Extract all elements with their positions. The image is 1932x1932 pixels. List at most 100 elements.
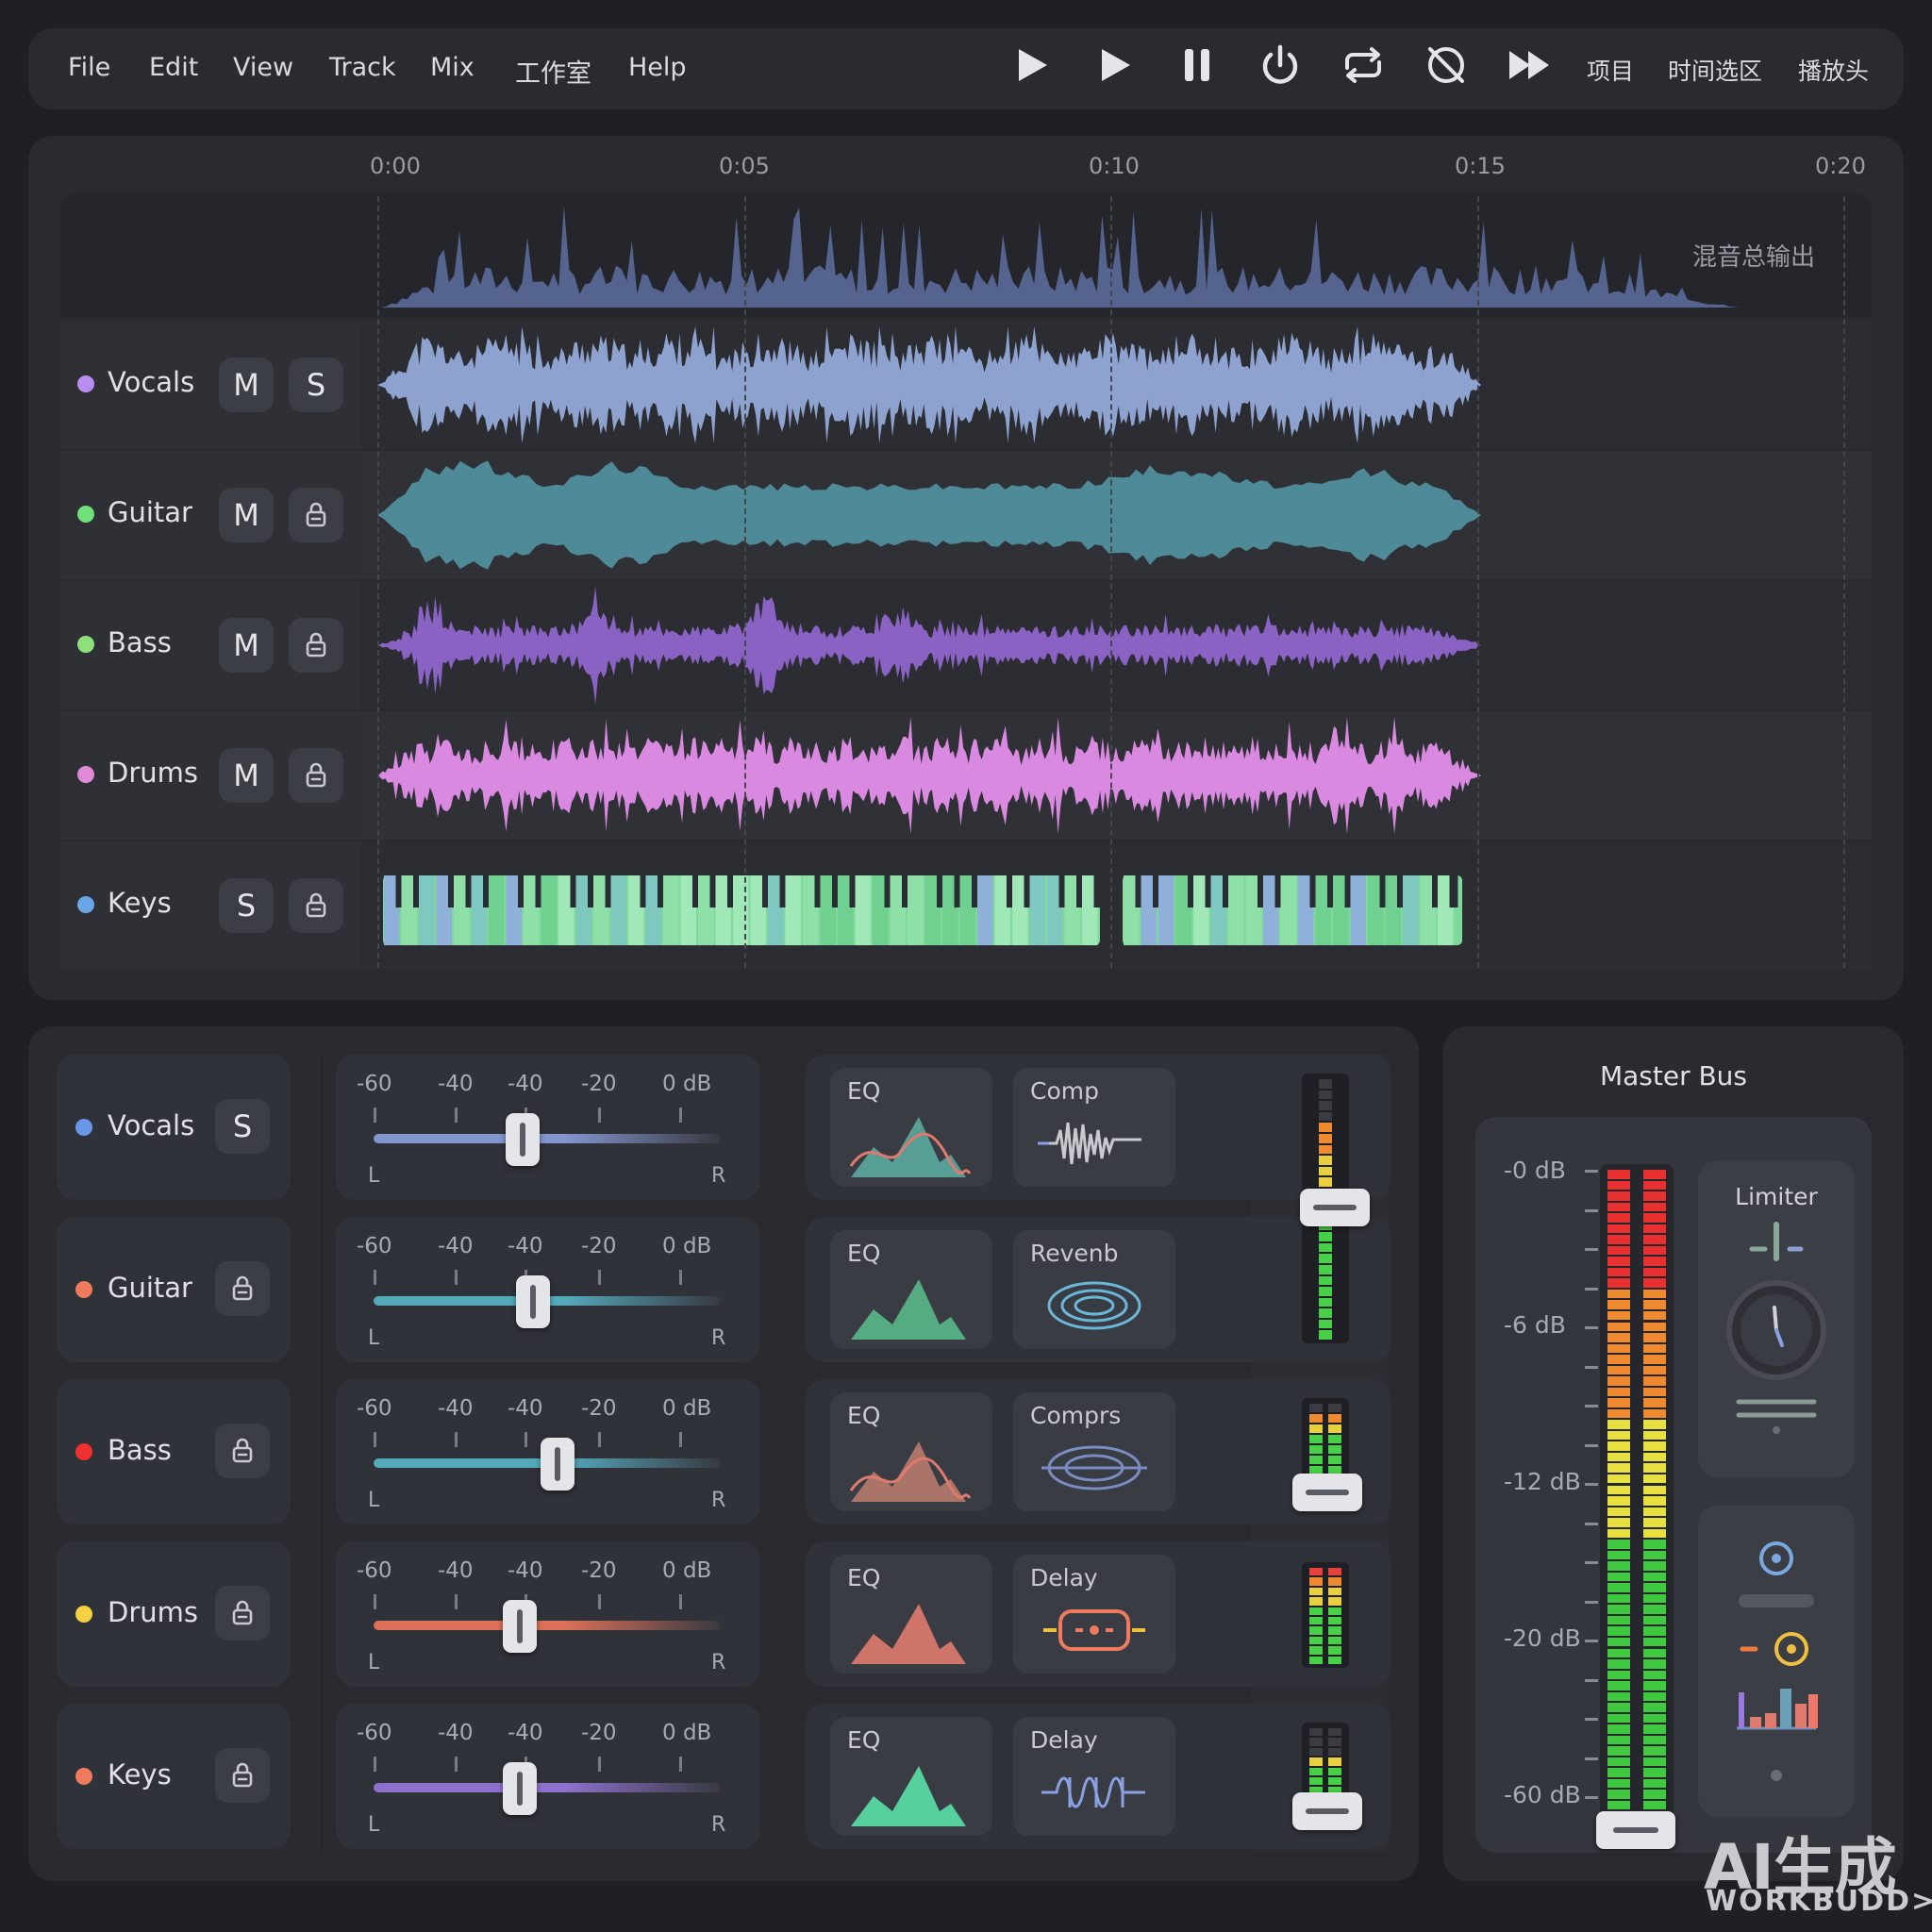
pause-icon[interactable] [1170,38,1224,92]
pan-scale-label: -40 [438,1234,474,1258]
pan-slider-knob[interactable] [516,1275,551,1328]
waveform-clip[interactable] [377,847,1491,964]
fx-slot-eq[interactable]: EQ [830,1717,992,1836]
master-level-meter [1600,1164,1674,1824]
bus-controls-card[interactable] [1698,1506,1855,1817]
playhead-label[interactable]: 播放头 [1798,53,1869,87]
project-label[interactable]: 项目 [1587,53,1634,87]
menu-view[interactable]: View [233,53,293,82]
channel-color-dot [75,1119,92,1136]
pan-slider-fill [374,1621,721,1630]
limiter-card[interactable]: Limiter [1698,1160,1855,1477]
track-lane-keys[interactable] [360,841,1872,970]
fx-slot-eq[interactable]: EQ [830,1555,992,1674]
pan-slider-knob[interactable] [541,1438,575,1491]
solo-button[interactable]: S [289,358,343,412]
fx-name: EQ [847,1564,881,1591]
waveform-clip[interactable] [377,457,1491,574]
fx-slot-delay[interactable]: Delay [1013,1555,1175,1674]
power-icon[interactable] [1253,38,1307,92]
fx-name: Comprs [1030,1402,1122,1429]
fx-slot-eq[interactable]: EQ [830,1230,992,1349]
grid-line [744,196,746,968]
menu-edit[interactable]: Edit [149,53,198,82]
pan-scale-label: 0 dB [662,1721,712,1745]
track-color-dot [77,636,94,653]
fx-slot-comprs[interactable]: Comprs [1013,1392,1175,1511]
loop-off-icon[interactable] [1419,38,1474,92]
master-fader-knob[interactable] [1596,1811,1675,1849]
waveform-clip[interactable] [377,717,1491,834]
pan-slider-track[interactable] [374,1783,721,1792]
mixer-channel-bass[interactable]: Bass [57,1379,291,1524]
track-header-vocals[interactable]: Vocals M S [60,321,360,449]
mute-button[interactable]: M [219,748,274,803]
piano-key [541,875,557,945]
track-header-drums[interactable]: Drums M [60,711,360,840]
lock-icon[interactable] [289,748,343,803]
lock-icon[interactable] [289,878,343,933]
mute-button[interactable]: M [219,618,274,673]
loop-icon[interactable] [1336,38,1391,92]
lock-icon[interactable] [215,1586,270,1641]
track-header-bass[interactable]: Bass M [60,581,360,709]
play-icon[interactable] [1087,38,1141,92]
pan-slider-knob[interactable] [502,1762,537,1815]
pan-control[interactable]: -60 -40 -40 -20 0 dB L R [336,1541,760,1687]
menu-mix[interactable]: Mix [430,53,475,82]
db-scale-tick [1585,1757,1598,1760]
track-header-guitar[interactable]: Guitar M [60,451,360,579]
channel-color-dot [75,1443,92,1460]
mixer-channel-vocals[interactable]: Vocals S [57,1055,291,1200]
solo-button[interactable]: S [215,1099,270,1154]
waveform-clip[interactable] [377,587,1491,704]
lock-icon[interactable] [289,618,343,673]
fx-slot-delay[interactable]: Delay [1013,1717,1175,1836]
piano-key [610,875,626,945]
track-header-keys[interactable]: Keys S [60,841,360,970]
time-selection-label[interactable]: 时间选区 [1668,53,1762,87]
channel-color-dot [75,1768,92,1785]
lock-icon[interactable] [215,1261,270,1316]
channel-fader-knob[interactable] [1292,1474,1362,1511]
lock-icon[interactable] [289,488,343,542]
solo-button[interactable]: S [219,878,274,933]
track-lane-bass[interactable] [360,581,1872,709]
track-lane-guitar[interactable] [360,451,1872,579]
pan-slider-track[interactable] [374,1134,721,1143]
master-output-label: 混音总输出 [1691,243,1815,272]
mixer-channel-keys[interactable]: Keys [57,1704,291,1849]
menu-file[interactable]: File [68,53,110,82]
fx-slot-revenb[interactable]: Revenb [1013,1230,1175,1349]
channel-fader-knob[interactable] [1300,1189,1370,1226]
pan-left-label: L [368,1326,380,1350]
pan-control[interactable]: -60 -40 -40 -20 0 dB L R [336,1379,760,1524]
mute-button[interactable]: M [219,358,274,412]
fast-forward-icon[interactable] [1502,38,1557,92]
fx-slot-eq[interactable]: EQ [830,1068,992,1187]
lock-icon[interactable] [215,1424,270,1478]
pan-slider-knob[interactable] [506,1113,541,1166]
play-icon[interactable] [1004,38,1058,92]
pan-slider-track[interactable] [374,1621,721,1630]
menu-help[interactable]: Help [628,53,687,82]
grid-line [1843,196,1845,968]
track-lane-drums[interactable] [360,711,1872,840]
pan-scale-label: -40 [508,1072,543,1096]
track-lane-vocals[interactable] [360,321,1872,449]
lock-icon[interactable] [215,1748,270,1803]
fx-slot-comp[interactable]: Comp [1013,1068,1175,1187]
pan-control[interactable]: -60 -40 -40 -20 0 dB L R [336,1055,760,1200]
channel-fader-knob[interactable] [1292,1792,1362,1830]
fx-name: Revenb [1030,1240,1119,1267]
waveform-clip[interactable] [377,326,1491,443]
fx-slot-eq[interactable]: EQ [830,1392,992,1511]
menu-studio[interactable]: 工作室 [515,53,591,90]
mute-button[interactable]: M [219,488,274,542]
pan-slider-knob[interactable] [502,1600,537,1653]
mixer-channel-drums[interactable]: Drums [57,1541,291,1687]
pan-control[interactable]: -60 -40 -40 -20 0 dB L R [336,1704,760,1849]
pan-control[interactable]: -60 -40 -40 -20 0 dB L R [336,1217,760,1362]
mixer-channel-guitar[interactable]: Guitar [57,1217,291,1362]
menu-track[interactable]: Track [329,53,396,82]
